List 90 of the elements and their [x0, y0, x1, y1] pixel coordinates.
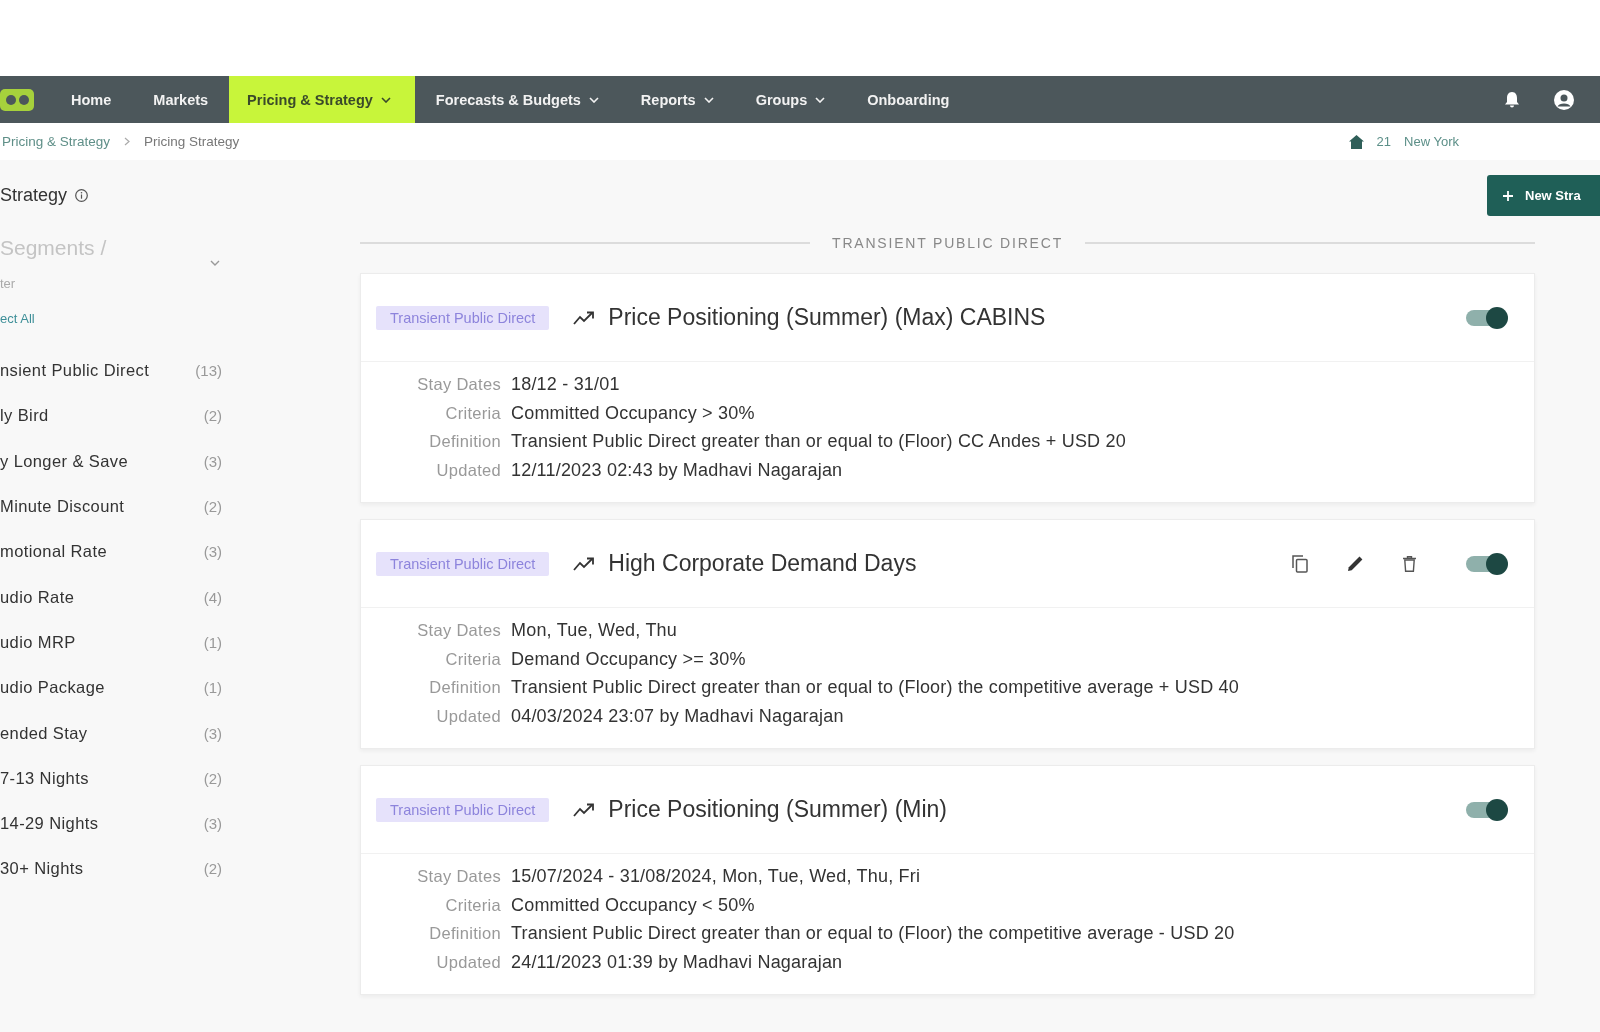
bell-icon	[1505, 91, 1519, 108]
trend-icon	[573, 310, 596, 325]
edit-icon	[1347, 555, 1364, 572]
breadcrumb-current: Pricing Strategy	[144, 134, 240, 149]
detail-value: Transient Public Direct greater than or equal to (Floor) the competitive average + USD 40	[511, 677, 1240, 698]
copy-icon	[1292, 554, 1308, 573]
nav-tab[interactable]: Markets	[132, 76, 230, 123]
segment-link[interactable]: 30+ Nights	[0, 859, 84, 879]
segment-count: (2)	[203, 860, 222, 878]
segment-link[interactable]: 14-29 Nights	[0, 814, 99, 834]
chevron-down-icon	[210, 260, 220, 266]
select-all-link[interactable]: ect All	[0, 309, 230, 329]
notifications-button[interactable]	[1505, 91, 1519, 108]
property-selector[interactable]: 21 New York	[1348, 134, 1459, 149]
trend-icon	[573, 802, 596, 817]
trend-icon	[573, 556, 596, 571]
segment-tag: Transient Public Direct	[376, 797, 550, 822]
segment-count: (2)	[203, 498, 222, 516]
segment-count: (1)	[203, 679, 222, 697]
nav-tab[interactable]: Home	[50, 76, 133, 123]
section-title: TRANSIENT PUBLIC DIRECT	[832, 235, 1063, 251]
enable-toggle[interactable]	[1466, 555, 1506, 572]
detail-label: Stay Dates	[416, 374, 501, 395]
segment-count: (2)	[203, 407, 222, 425]
segment-link[interactable]: ended Stay	[0, 723, 88, 743]
segment-count: (3)	[203, 452, 222, 470]
segment-count: (1)	[203, 633, 222, 651]
segment-link[interactable]: motional Rate	[0, 542, 107, 562]
nav-tab[interactable]: Forecasts & Budgets	[414, 76, 620, 123]
home-icon	[1348, 134, 1364, 149]
sidebar-title: Strategy	[0, 184, 68, 206]
detail-label: Updated	[435, 951, 501, 973]
new-strategy-button[interactable]: New Stra	[1487, 175, 1600, 216]
trash-icon	[1403, 555, 1416, 572]
segment-link[interactable]: 7-13 Nights	[0, 768, 89, 788]
detail-label: Criteria	[444, 402, 501, 424]
segment-link[interactable]: udio Package	[0, 678, 105, 698]
nav-tab[interactable]: Pricing & Strategy	[229, 76, 415, 123]
segment-link[interactable]: ly Bird	[0, 406, 49, 426]
detail-value: Demand Occupancy >= 30%	[511, 648, 747, 670]
segment-link[interactable]: Minute Discount	[0, 497, 125, 517]
segment-link[interactable]: y Longer & Save	[0, 451, 128, 471]
property-code: 21	[1376, 134, 1392, 149]
detail-value: 12/11/2023 02:43 by Madhavi Nagarajan	[511, 459, 844, 481]
detail-value: Committed Occupancy > 30%	[511, 402, 756, 424]
detail-value: 18/12 - 31/01	[511, 374, 621, 395]
segment-link[interactable]: nsient Public Direct	[0, 361, 150, 381]
segment-link[interactable]: udio Rate	[0, 587, 75, 607]
detail-label: Updated	[435, 459, 501, 481]
enable-toggle[interactable]	[1466, 309, 1506, 326]
detail-label: Definition	[428, 431, 501, 452]
strategy-title: High Corporate Demand Days	[608, 550, 917, 577]
property-name: New York	[1404, 134, 1459, 149]
detail-label: Updated	[435, 705, 501, 727]
segment-count: (3)	[203, 815, 222, 833]
nav-tab[interactable]: Groups	[734, 76, 847, 123]
info-icon	[75, 188, 89, 202]
plus-icon	[1503, 190, 1513, 201]
user-menu-button[interactable]	[1554, 89, 1574, 110]
detail-label: Stay Dates	[416, 866, 501, 887]
user-avatar-icon	[1554, 89, 1574, 110]
detail-label: Stay Dates	[416, 620, 501, 641]
segment-count: (3)	[203, 724, 222, 742]
strategy-title: Price Positioning (Summer) (Min)	[608, 796, 948, 823]
filter-label: ter	[0, 276, 16, 291]
enable-toggle[interactable]	[1466, 801, 1506, 818]
detail-value: Transient Public Direct greater than or equal to (Floor) the competitive average - USD 20	[511, 923, 1236, 944]
nav-tab[interactable]: Onboarding	[846, 76, 971, 123]
filter-toggle[interactable]	[210, 260, 220, 266]
detail-label: Definition	[428, 677, 501, 698]
segment-tag: Transient Public Direct	[376, 551, 550, 576]
detail-value: 24/11/2023 01:39 by Madhavi Nagarajan	[511, 951, 844, 973]
segment-link[interactable]: udio MRP	[0, 632, 76, 652]
detail-label: Criteria	[444, 894, 501, 916]
detail-value: 04/03/2024 23:07 by Madhavi Nagarajan	[511, 705, 845, 727]
segment-count: (13)	[195, 362, 222, 380]
segment-count: (4)	[203, 588, 222, 606]
detail-value: Committed Occupancy < 50%	[511, 894, 756, 916]
strategy-title: Price Positioning (Summer) (Max) CABINS	[608, 304, 1046, 331]
detail-value: 15/07/2024 - 31/08/2024, Mon, Tue, Wed, Thu, Fri	[511, 866, 922, 887]
nav-tab[interactable]: Reports	[619, 76, 735, 123]
detail-label: Criteria	[444, 648, 501, 670]
detail-label: Definition	[428, 923, 501, 944]
detail-value: Mon, Tue, Wed, Thu	[511, 620, 679, 641]
chevron-right-icon	[124, 137, 131, 146]
detail-value: Transient Public Direct greater than or equal to (Floor) CC Andes + USD 20	[511, 431, 1127, 452]
breadcrumb-link[interactable]: Pricing & Strategy	[2, 134, 111, 149]
segment-tag: Transient Public Direct	[376, 305, 550, 330]
segment-count: (3)	[203, 543, 222, 561]
segment-count: (2)	[203, 769, 222, 787]
